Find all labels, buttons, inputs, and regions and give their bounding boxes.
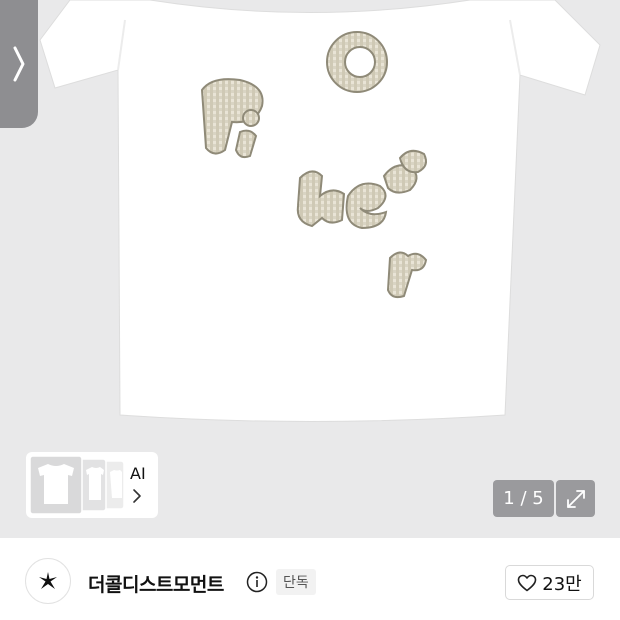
brand-logo[interactable] [25, 558, 71, 604]
heart-icon [517, 574, 537, 591]
brand-bar: 더콜디스트모먼트 단독 23만 [0, 538, 620, 620]
expand-arrows-icon [566, 489, 585, 508]
info-icon[interactable] [246, 571, 268, 593]
ai-label: AI [130, 464, 146, 483]
star-logo-icon [39, 572, 57, 589]
brand-name[interactable]: 더콜디스트모먼트 [88, 570, 224, 597]
chevron-right-icon [13, 46, 25, 82]
like-button[interactable]: 23만 [505, 565, 594, 600]
chevron-right-icon [133, 489, 141, 503]
exclusive-badge: 단독 [276, 569, 316, 595]
side-panel-toggle[interactable] [0, 0, 38, 128]
product-image-area[interactable]: AI 1 / 5 [0, 0, 620, 538]
ai-similar-products-card[interactable]: AI [26, 452, 158, 518]
like-count: 23만 [542, 573, 582, 595]
ai-thumbnail-stack [30, 456, 125, 514]
expand-image-button[interactable] [556, 480, 595, 517]
image-counter: 1 / 5 [493, 480, 554, 517]
